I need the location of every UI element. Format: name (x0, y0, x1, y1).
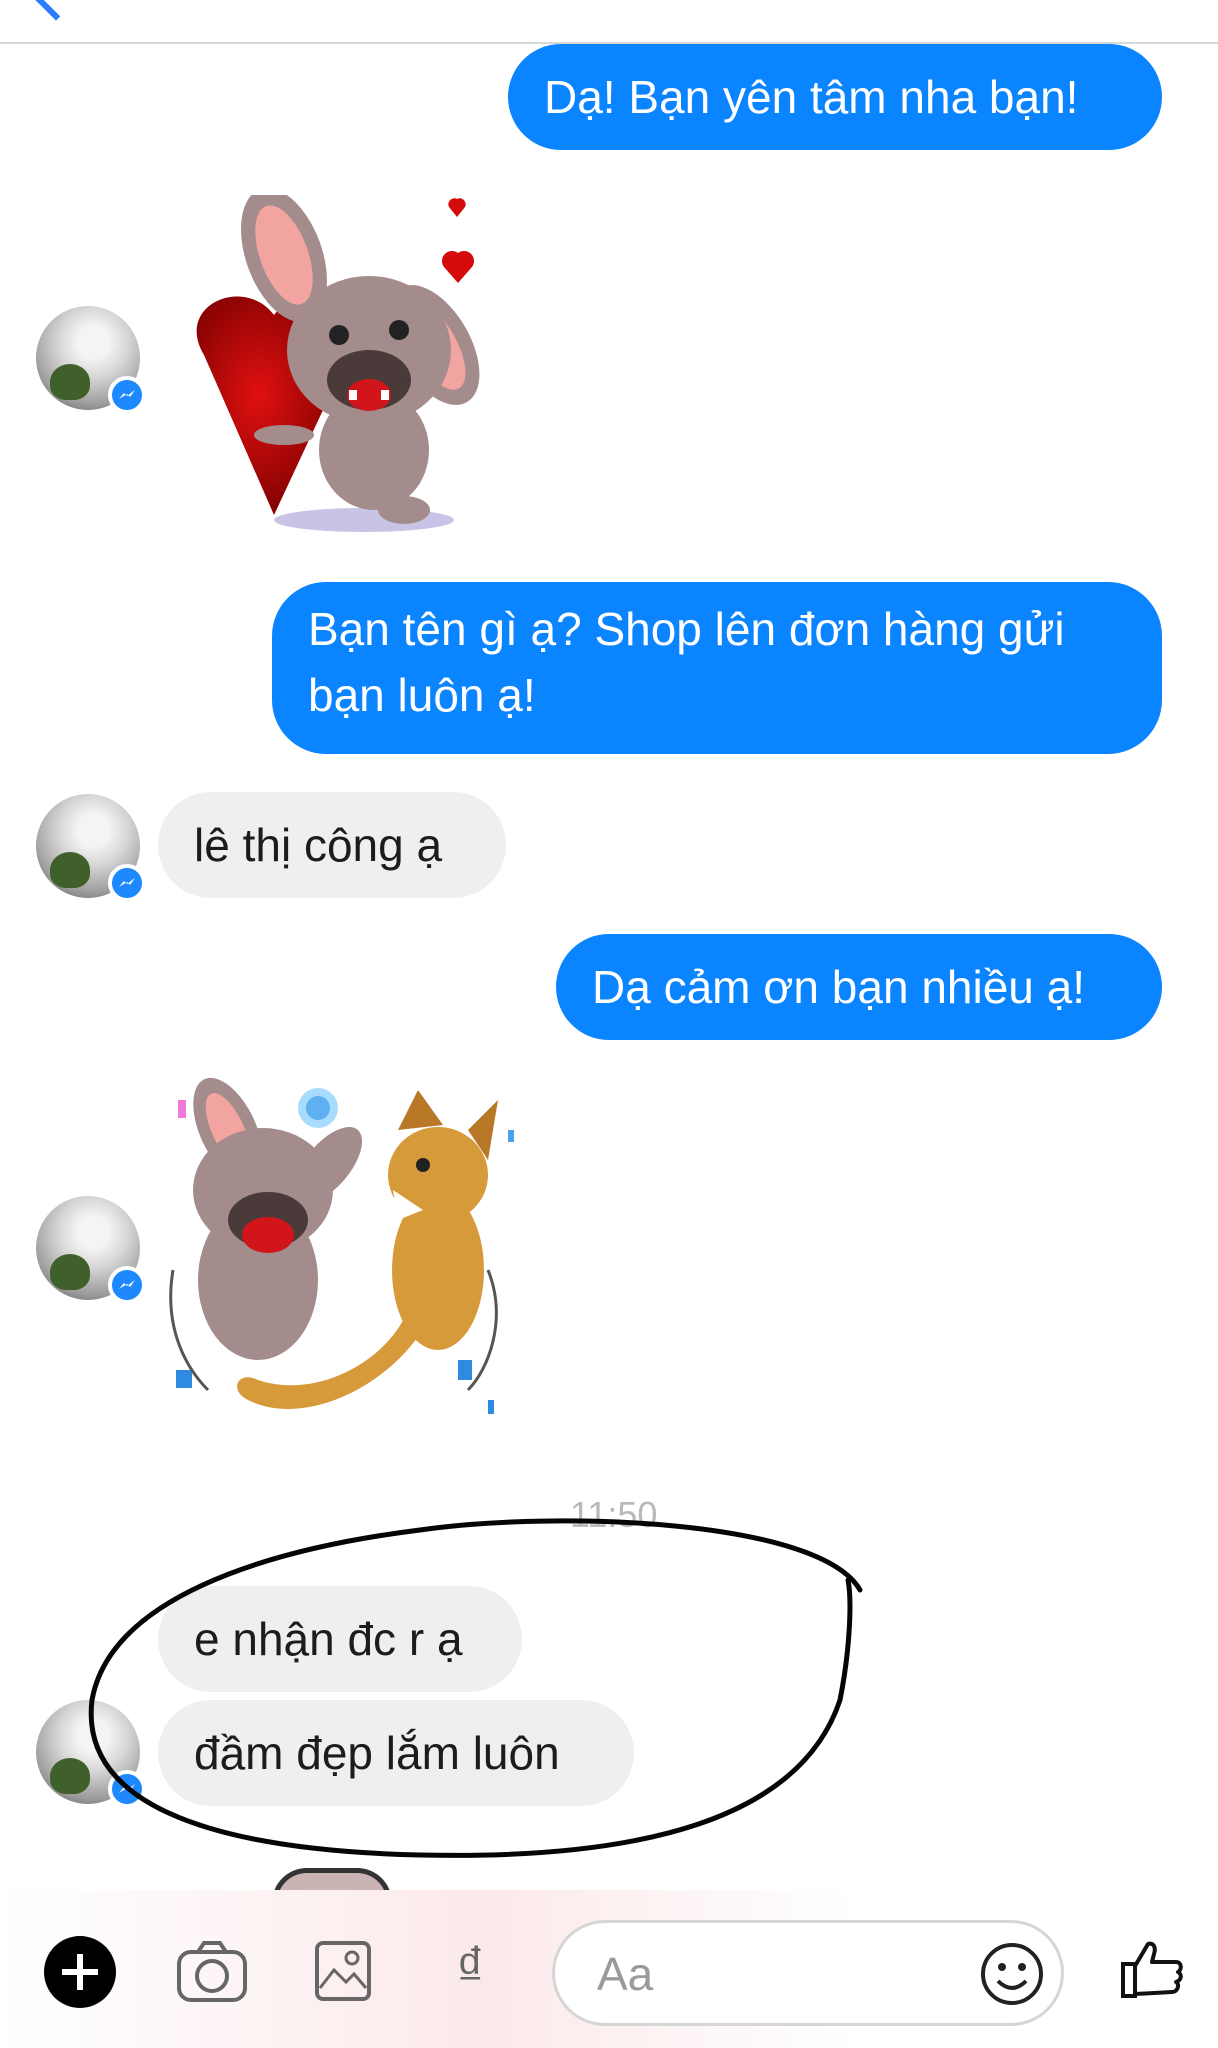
messenger-badge-icon (108, 1266, 146, 1304)
message-line: bạn luôn ạ! (308, 669, 536, 721)
message-timestamp: 11:50 (570, 1494, 658, 1535)
messenger-badge-icon (108, 864, 146, 902)
messenger-badge-icon (108, 1770, 146, 1808)
message-text: đầm đẹp lắm luôn (194, 1727, 560, 1779)
message-line: Bạn tên gì ạ? Shop lên đơn hàng gửi (308, 603, 1065, 655)
camera-icon[interactable] (176, 1940, 248, 2004)
message-text: e nhận đc r ạ (194, 1613, 463, 1665)
avatar-photo (50, 1758, 90, 1794)
back-chevron-icon[interactable] (33, 0, 79, 21)
messenger-badge-icon (108, 376, 146, 414)
avatar (36, 1700, 146, 1808)
dog-cat-dance-sticker[interactable] (168, 1070, 528, 1430)
message-input[interactable] (595, 1941, 979, 2007)
incoming-message: e nhận đc r ạ (158, 1586, 522, 1692)
avatar (36, 306, 146, 414)
avatar (36, 1196, 146, 1304)
outgoing-message: Bạn tên gì ạ? Shop lên đơn hàng gửi bạn … (272, 582, 1162, 754)
conversation-header (0, 0, 1218, 44)
emoji-icon[interactable] (979, 1941, 1045, 2007)
message-text: Dạ cảm ơn bạn nhiều ạ! (592, 961, 1086, 1013)
photo-icon[interactable] (314, 1940, 372, 2002)
dog-heart-sticker[interactable] (164, 195, 504, 535)
avatar (36, 794, 146, 902)
message-text: Dạ! Bạn yên tâm nha bạn! (544, 71, 1079, 123)
thumbs-up-icon[interactable] (1120, 1936, 1184, 2000)
plus-icon[interactable] (44, 1936, 116, 2008)
incoming-message: lê thị công ạ (158, 792, 506, 898)
message-text: lê thị công ạ (194, 819, 443, 871)
dong-icon[interactable]: ₫ (456, 1934, 485, 1999)
outgoing-message: Dạ! Bạn yên tâm nha bạn! (508, 44, 1162, 150)
message-input-box[interactable] (552, 1920, 1064, 2026)
avatar-photo (50, 852, 90, 888)
avatar-photo (50, 364, 90, 400)
avatar-photo (50, 1254, 90, 1290)
outgoing-message: Dạ cảm ơn bạn nhiều ạ! (556, 934, 1162, 1040)
incoming-message: đầm đẹp lắm luôn (158, 1700, 634, 1806)
